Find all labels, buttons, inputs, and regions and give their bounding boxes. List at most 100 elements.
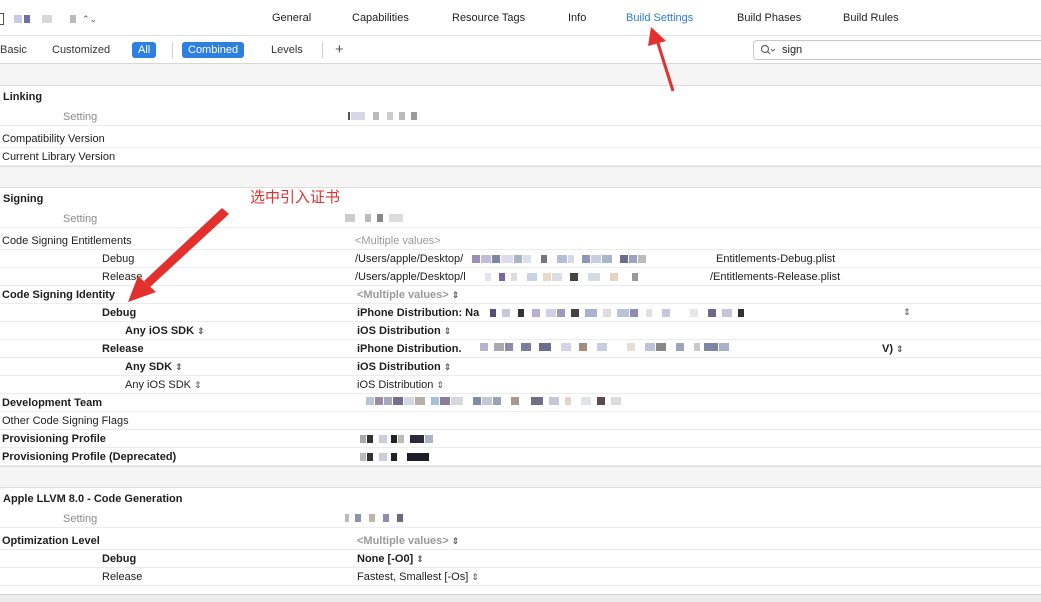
setting-row-identity-debug-sdk[interactable]: Any iOS SDK ⇕ iOS Distribution ⇕ [0, 322, 1041, 340]
setting-value: Fastest, Smallest [-Os] ⇕ [357, 571, 479, 583]
build-settings-list: Linking Setting Compatibility Version Cu… [0, 64, 1041, 594]
setting-row-identity-release[interactable]: Release iPhone Distribution. V) ⇕ [0, 340, 1041, 358]
setting-name: Code Signing Identity [2, 289, 116, 301]
popup-chevron-icon[interactable]: ⇕ [452, 290, 460, 300]
setting-column-header: Setting [63, 111, 98, 123]
target-column-header-blurred [348, 112, 418, 122]
optimization-value: Fastest, Smallest [-Os] [357, 571, 469, 583]
setting-column-header: Setting [63, 513, 98, 525]
setting-row-identity-debug[interactable]: Debug iPhone Distribution: Na ⇕ [0, 304, 1041, 322]
popup-chevron-icon[interactable]: ⇕ [896, 344, 904, 354]
target-name-blurred [14, 15, 76, 23]
setting-row-entitlements-release[interactable]: Release /Users/apple/Desktop/l /Entitlem… [0, 268, 1041, 286]
filter-divider [172, 42, 173, 58]
add-setting-button[interactable]: + [335, 41, 344, 58]
setting-value: /Users/apple/Desktop/l [355, 271, 466, 283]
sdk-chevron-icon[interactable]: ⇕ [194, 380, 202, 390]
popup-chevron-icon[interactable]: ⇕ [452, 536, 460, 546]
popup-chevron-icon[interactable]: ⇕ [444, 326, 452, 336]
tab-general[interactable]: General [272, 12, 311, 24]
setting-row-code-signing-identity[interactable]: Code Signing Identity <Multiple values> ⇕ [0, 286, 1041, 304]
setting-name: Provisioning Profile (Deprecated) [2, 451, 177, 463]
setting-row-development-team[interactable]: Development Team [0, 394, 1041, 412]
annotation-text: 选中引入证书 [250, 188, 341, 206]
setting-value: iOS Distribution ⇕ [357, 361, 451, 373]
optimization-value: None [-O0] [357, 553, 414, 565]
setting-column-header: Setting [63, 213, 98, 225]
identity-value: iOS Distribution [357, 325, 441, 337]
setting-row-optimization-release[interactable]: Release Fastest, Smallest [-Os] ⇕ [0, 568, 1041, 586]
setting-row-provisioning-profile-deprecated[interactable]: Provisioning Profile (Deprecated) [0, 448, 1041, 466]
setting-name: Provisioning Profile [2, 433, 106, 445]
setting-value: iPhone Distribution: Na [357, 307, 480, 319]
setting-row[interactable]: Compatibility Version [0, 130, 1041, 148]
redacted-identity [480, 343, 730, 353]
config-name: Debug [102, 553, 137, 565]
sdk-name: Any iOS SDK [125, 379, 192, 391]
tab-build-settings[interactable]: Build Settings [626, 12, 693, 24]
tab-capabilities[interactable]: Capabilities [352, 12, 409, 24]
sdk-condition: Any SDK ⇕ [125, 361, 183, 373]
target-chevron-icon: ⌃⌄ [82, 13, 98, 24]
config-name: Release [102, 271, 143, 283]
search-input[interactable] [782, 44, 1022, 56]
filter-combined-button[interactable]: Combined [182, 42, 245, 58]
search-field[interactable] [753, 40, 1041, 60]
redacted-path [472, 255, 647, 265]
setting-row-identity-release-ios-sdk[interactable]: Any iOS SDK ⇕ iOS Distribution ⇕ [0, 376, 1041, 394]
setting-row-entitlements[interactable]: Code Signing Entitlements <Multiple valu… [0, 232, 1041, 250]
redacted-team [366, 397, 622, 407]
popup-chevron-icon[interactable]: ⇕ [471, 572, 479, 582]
identity-value: iOS Distribution [357, 361, 441, 373]
config-name: Release [102, 571, 143, 583]
popup-chevron-icon[interactable]: ⇕ [436, 380, 444, 390]
sdk-chevron-icon[interactable]: ⇕ [175, 362, 183, 372]
target-column-header-blurred [345, 514, 404, 524]
section-gap [0, 64, 1041, 86]
editor-tab-bar: ⌃⌄ General Capabilities Resource Tags In… [0, 0, 1041, 36]
redacted-path [485, 273, 639, 283]
setting-row-identity-release-sdk[interactable]: Any SDK ⇕ iOS Distribution ⇕ [0, 358, 1041, 376]
setting-name: Code Signing Entitlements [2, 235, 132, 247]
popup-chevron-icon[interactable]: ⇕ [903, 307, 911, 318]
identity-suffix: V) [882, 343, 893, 355]
filter-levels-button[interactable]: Levels [265, 42, 309, 58]
setting-row-provisioning-profile[interactable]: Provisioning Profile [0, 430, 1041, 448]
sdk-condition: Any iOS SDK ⇕ [125, 325, 205, 337]
settings-header-row: Setting [0, 108, 1041, 126]
sdk-chevron-icon[interactable]: ⇕ [197, 326, 205, 336]
section-gap [0, 466, 1041, 488]
setting-value: iOS Distribution ⇕ [357, 325, 451, 337]
tab-info[interactable]: Info [568, 12, 586, 24]
setting-row-optimization-level[interactable]: Optimization Level <Multiple values> ⇕ [0, 532, 1041, 550]
config-name: Debug [102, 307, 137, 319]
section-title-signing: Signing [3, 193, 44, 205]
setting-row[interactable]: Current Library Version [0, 148, 1041, 166]
setting-name: Development Team [2, 397, 103, 409]
popup-chevron-icon[interactable]: ⇕ [416, 554, 424, 564]
redacted-profile [360, 453, 430, 463]
setting-name: Compatibility Version [2, 133, 105, 145]
bottom-scroll-edge [0, 594, 1041, 602]
filter-customized-button[interactable]: Customized [46, 42, 116, 58]
popup-chevron-icon[interactable]: ⇕ [444, 362, 452, 372]
tab-build-rules[interactable]: Build Rules [843, 12, 899, 24]
config-name: Release [102, 343, 144, 355]
setting-value: iPhone Distribution. [357, 343, 462, 355]
tab-resource-tags[interactable]: Resource Tags [452, 12, 525, 24]
setting-value-suffix: V) ⇕ [882, 343, 904, 355]
multiple-values-text: <Multiple values> [357, 289, 449, 301]
setting-value: <Multiple values> [355, 235, 441, 247]
config-name: Debug [102, 253, 135, 265]
tab-build-phases[interactable]: Build Phases [737, 12, 801, 24]
build-settings-filter-bar: Basic Customized All Combined Levels + [0, 36, 1041, 64]
setting-row-optimization-debug[interactable]: Debug None [-O0] ⇕ [0, 550, 1041, 568]
setting-value: None [-O0] ⇕ [357, 553, 424, 565]
filter-divider [322, 42, 323, 58]
target-selector[interactable]: ⌃⌄ [0, 11, 97, 27]
filter-basic-button[interactable]: Basic [0, 42, 33, 58]
identity-value: iOS Distribution [357, 379, 434, 391]
setting-row-other-signing-flags[interactable]: Other Code Signing Flags [0, 412, 1041, 430]
filter-all-button[interactable]: All [132, 42, 157, 58]
setting-row-entitlements-debug[interactable]: Debug /Users/apple/Desktop/ Entitlements… [0, 250, 1041, 268]
